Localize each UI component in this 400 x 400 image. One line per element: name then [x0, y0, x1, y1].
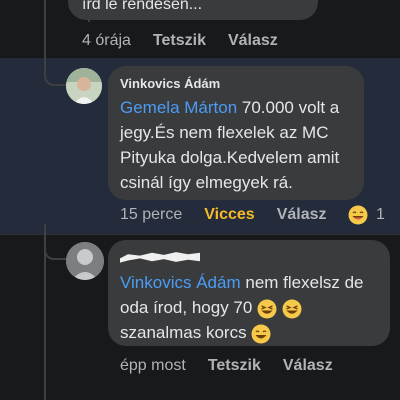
reaction-count: 1 [376, 206, 385, 223]
reaction-summary[interactable]: 1 [348, 205, 385, 225]
reaction-button[interactable]: Vicces [204, 206, 254, 224]
comment-text: Vinkovics Ádám nem flexelsz de oda írod,… [120, 270, 378, 345]
comment-actions: épp most Tetszik Válasz [120, 357, 355, 375]
reply-button[interactable]: Válasz [228, 32, 278, 50]
comment-actions: 15 perce Vicces Válasz [120, 206, 349, 224]
comment-text-line: jegy.És nem flexelek az MC [120, 123, 329, 142]
comment-text-line: 70.000 volt a [237, 98, 340, 117]
mention-link[interactable]: Gemela Márton [120, 98, 237, 117]
comment-bubble[interactable]: Vinkovics Ádám nem flexelsz de oda írod,… [108, 240, 390, 346]
avatar[interactable] [66, 242, 104, 280]
comment-author[interactable]: Vinkovics Ádám [120, 76, 352, 91]
laughing-emoji-icon [282, 299, 302, 319]
comment-text: Gemela Márton 70.000 volt a jegy.És nem … [120, 95, 352, 195]
reply-button[interactable]: Válasz [283, 357, 333, 375]
comment-actions-top: 4 órája Tetszik Válasz [82, 32, 300, 50]
comment-text-line: szanalmas korcs [120, 323, 247, 342]
reply-button[interactable]: Válasz [277, 206, 327, 224]
comment-text-line: nem flexelsz de [240, 273, 364, 292]
comment-time: épp most [120, 357, 186, 374]
redacted-author-name [120, 252, 200, 263]
comment-text-line: Pityuka dolga.Kedvelem amit [120, 148, 340, 167]
thread-elbow [44, 52, 66, 86]
like-button[interactable]: Tetszik [208, 357, 261, 375]
mention-link[interactable]: Vinkovics Ádám [120, 273, 241, 292]
avatar[interactable] [66, 68, 102, 104]
thread-elbow [44, 224, 66, 260]
comment-text-line: oda írod, hogy 70 [120, 298, 253, 317]
comment-time: 4 órája [82, 32, 131, 49]
comment-text-top: írd le rendesen... [82, 0, 203, 13]
comment-text-line: csinál így elmegyek rá. [120, 173, 293, 192]
like-button[interactable]: Tetszik [153, 32, 206, 50]
comment-bubble[interactable]: Vinkovics Ádám Gemela Márton 70.000 volt… [108, 66, 364, 200]
laughing-emoji-icon [251, 324, 271, 344]
comment-time: 15 perce [120, 206, 183, 223]
laughing-emoji-icon [257, 299, 277, 319]
laughing-emoji-icon [348, 205, 368, 225]
